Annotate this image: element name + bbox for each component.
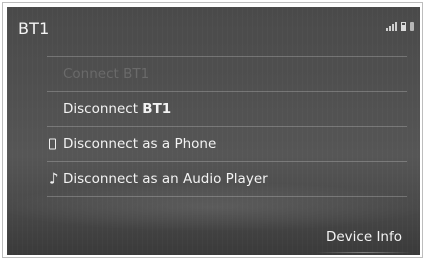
battery-icon — [401, 22, 406, 31]
connect-button-label: Connect BT1 — [63, 66, 150, 82]
disconnect-button-label: Disconnect BT1 — [63, 101, 171, 117]
disconnect-device-name: BT1 — [142, 101, 172, 117]
signal-strength-icon — [386, 21, 397, 31]
disconnect-phone-button[interactable]: Disconnect as a Phone — [47, 126, 407, 161]
bluetooth-icon — [410, 22, 414, 31]
disconnect-button[interactable]: Disconnect BT1 — [47, 91, 407, 126]
disconnect-phone-label: Disconnect as a Phone — [63, 136, 217, 152]
connect-button[interactable]: Connect BT1 — [47, 56, 407, 91]
phone-icon — [49, 138, 56, 150]
menu-bottom-divider — [47, 196, 407, 197]
disconnect-audio-button[interactable]: ♪ Disconnect as an Audio Player — [47, 161, 407, 196]
page-title: BT1 — [18, 19, 50, 38]
disconnect-prefix: Disconnect — [63, 101, 143, 117]
status-bar — [386, 19, 414, 31]
disconnect-audio-label: Disconnect as an Audio Player — [63, 171, 268, 187]
music-note-icon: ♪ — [49, 169, 59, 188]
bluetooth-device-screen: BT1 Connect BT1 Disconnect BT1 Disconnec… — [7, 7, 420, 255]
device-info-button[interactable]: Device Info — [315, 227, 413, 253]
device-menu: Connect BT1 Disconnect BT1 Disconnect as… — [47, 56, 407, 197]
